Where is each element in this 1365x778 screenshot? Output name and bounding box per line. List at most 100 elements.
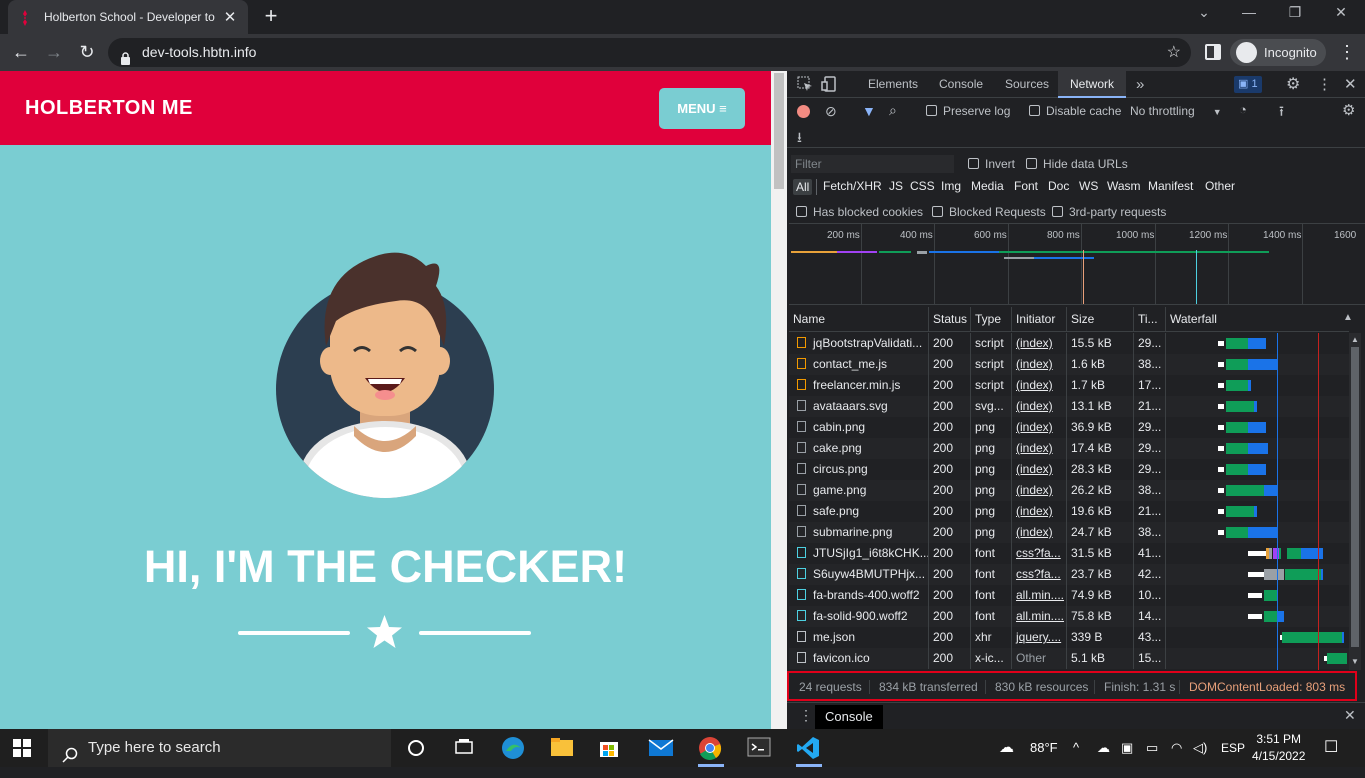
table-row[interactable]: fa-solid-900.woff2 200 font all.min.... 75.8… (789, 606, 1349, 627)
table-row[interactable]: freelancer.min.js 200 script (index) 1.7 kB 1… (789, 375, 1349, 396)
issues-badge[interactable]: ▣ 1 (1234, 76, 1262, 93)
column-waterfall[interactable]: Waterfall (1166, 307, 1349, 332)
task-view-icon[interactable] (453, 736, 479, 760)
has-blocked-cookies-checkbox[interactable]: Has blocked cookies (796, 205, 923, 219)
table-row[interactable]: game.png 200 png (index) 26.2 kB 38... (789, 480, 1349, 501)
table-row[interactable]: circus.png 200 png (index) 28.3 kB 29... (789, 459, 1349, 480)
table-row[interactable]: cake.png 200 png (index) 17.4 kB 29... (789, 438, 1349, 459)
tab-sources[interactable]: Sources (1005, 71, 1049, 98)
scroll-up-icon[interactable]: ▲ (1351, 335, 1359, 344)
tab-network[interactable]: Network (1058, 71, 1127, 98)
device-toolbar-icon[interactable] (821, 76, 837, 95)
battery-icon[interactable]: ▭ (1146, 729, 1158, 767)
cell-initiator[interactable]: (index) (1012, 522, 1067, 543)
menu-button[interactable]: MENU ≡ (659, 88, 745, 129)
onedrive-icon[interactable]: ☁ (1097, 729, 1110, 767)
back-arrow-icon[interactable]: ← (9, 40, 33, 64)
invert-checkbox[interactable]: Invert (968, 157, 1015, 171)
disable-cache-checkbox[interactable]: Disable cache (1029, 104, 1121, 118)
incognito-badge[interactable]: Incognito (1230, 39, 1326, 66)
table-row[interactable]: safe.png 200 png (index) 19.6 kB 21... (789, 501, 1349, 522)
type-filter-doc[interactable]: Doc (1048, 179, 1069, 193)
table-row[interactable]: fa-brands-400.woff2 200 font all.min.... 74.… (789, 585, 1349, 606)
tray-chevron-icon[interactable]: ^ (1073, 729, 1079, 767)
third-party-checkbox[interactable]: 3rd-party requests (1052, 205, 1166, 219)
more-tabs-icon[interactable]: » (1136, 71, 1144, 98)
notifications-icon[interactable]: ☐ (1324, 729, 1338, 767)
inspect-element-icon[interactable] (797, 76, 813, 95)
weather-temperature[interactable]: 88°F (1030, 729, 1058, 767)
type-filter-wasm[interactable]: Wasm (1107, 179, 1141, 193)
cell-initiator[interactable]: (index) (1012, 417, 1067, 438)
type-filter-font[interactable]: Font (1014, 179, 1038, 193)
type-filter-fetch-xhr[interactable]: Fetch/XHR (823, 179, 882, 193)
clock[interactable]: 3:51 PM 4/15/2022 (1252, 731, 1305, 765)
language-indicator[interactable]: ESP (1221, 729, 1245, 767)
weather-cloud-icon[interactable]: ☁ (999, 729, 1014, 767)
cell-initiator[interactable]: (index) (1012, 480, 1067, 501)
table-row[interactable]: JTUSjIg1_i6t8kCHK... 200 font css?fa... 31.5… (789, 543, 1349, 564)
microsoft-store-icon[interactable] (598, 736, 624, 760)
page-scrollbar-thumb[interactable] (774, 73, 784, 189)
table-row[interactable]: avataaars.svg 200 svg... (index) 13.1 kB 21..… (789, 396, 1349, 417)
file-explorer-icon[interactable] (550, 736, 576, 760)
type-filter-js[interactable]: JS (889, 179, 903, 193)
cell-initiator[interactable]: all.min.... (1012, 585, 1067, 606)
scroll-down-icon[interactable]: ▼ (1351, 657, 1359, 666)
volume-icon[interactable]: ◁) (1193, 729, 1207, 767)
tab-search-chevron-icon[interactable]: ⌄ (1181, 4, 1227, 21)
column-initiator[interactable]: Initiator (1012, 307, 1067, 332)
side-panel-icon[interactable] (1201, 40, 1225, 64)
type-filter-ws[interactable]: WS (1079, 179, 1098, 193)
restore-icon[interactable]: ❐ (1272, 4, 1318, 21)
column-status[interactable]: Status (929, 307, 971, 332)
table-row[interactable]: contact_me.js 200 script (index) 1.6 kB 38... (789, 354, 1349, 375)
drawer-tab-console[interactable]: Console (815, 705, 883, 729)
new-tab-button[interactable]: + (259, 4, 283, 28)
table-row[interactable]: submarine.png 200 png (index) 24.7 kB 38... (789, 522, 1349, 543)
devtools-close-icon[interactable]: ✕ (1344, 75, 1357, 93)
blocked-requests-checkbox[interactable]: Blocked Requests (932, 205, 1046, 219)
type-filter-manifest[interactable]: Manifest (1148, 179, 1193, 193)
cell-initiator[interactable]: all.min.... (1012, 606, 1067, 627)
minimize-icon[interactable]: — (1226, 4, 1272, 20)
request-table-scrollbar-thumb[interactable] (1351, 347, 1359, 647)
tab-console[interactable]: Console (939, 71, 983, 98)
cell-initiator[interactable]: (index) (1012, 333, 1067, 354)
type-filter-all[interactable]: All (793, 179, 813, 195)
preserve-log-checkbox[interactable]: Preserve log (926, 104, 1010, 118)
cell-initiator[interactable]: (index) (1012, 438, 1067, 459)
cell-initiator[interactable]: (index) (1012, 354, 1067, 375)
security-icon[interactable]: ▣ (1121, 729, 1133, 767)
cell-initiator[interactable]: (index) (1012, 375, 1067, 396)
forward-arrow-icon[interactable]: → (42, 40, 66, 64)
mail-icon[interactable] (648, 736, 674, 760)
column-name[interactable]: Name (789, 307, 929, 332)
import-har-icon[interactable]: ⭱ (1279, 101, 1284, 125)
type-filter-other[interactable]: Other (1205, 179, 1235, 193)
chrome-icon[interactable] (698, 736, 724, 760)
cortana-icon[interactable] (405, 736, 431, 760)
table-row[interactable]: jqBootstrapValidati... 200 script (index) 15… (789, 333, 1349, 354)
edge-icon[interactable] (501, 736, 527, 760)
record-icon[interactable] (797, 105, 810, 118)
cell-initiator[interactable]: css?fa... (1012, 564, 1067, 585)
network-conditions-icon[interactable]: ◔ (1239, 102, 1247, 117)
type-filter-media[interactable]: Media (971, 179, 1004, 193)
reload-icon[interactable]: ↻ (75, 40, 99, 64)
search-icon[interactable]: ⌕ (889, 102, 897, 119)
settings-gear-icon[interactable]: ⚙ (1286, 74, 1300, 94)
address-bar[interactable]: dev-tools.hbtn.info ☆ (108, 38, 1191, 67)
network-settings-gear-icon[interactable]: ⚙ (1342, 101, 1355, 119)
page-scrollbar[interactable] (771, 71, 787, 729)
column-type[interactable]: Type (971, 307, 1012, 332)
column-size[interactable]: Size (1067, 307, 1134, 332)
hide-data-urls-checkbox[interactable]: Hide data URLs (1026, 157, 1128, 171)
cell-initiator[interactable]: (index) (1012, 459, 1067, 480)
tab-close-icon[interactable]: ✕ (222, 8, 238, 26)
filter-icon[interactable]: ▼ (862, 103, 876, 119)
network-overview[interactable]: 200 ms 400 ms 600 ms 800 ms 1000 ms 1200… (789, 223, 1365, 305)
tab-elements[interactable]: Elements (868, 71, 918, 98)
cell-initiator[interactable]: css?fa... (1012, 543, 1067, 564)
column-time[interactable]: Ti... (1134, 307, 1166, 332)
